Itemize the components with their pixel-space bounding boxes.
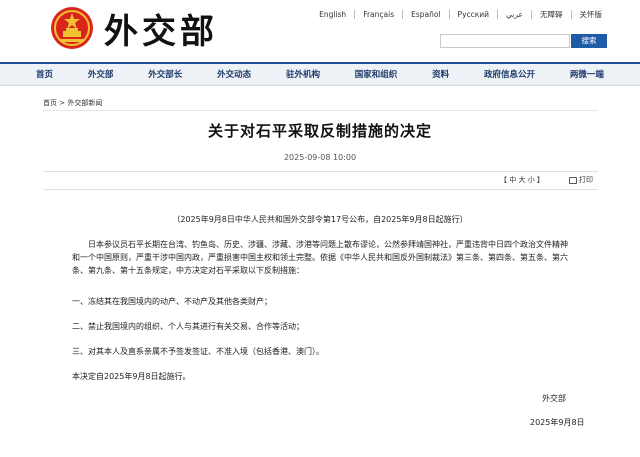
article-paragraph: 二、禁止我国境内的组织、个人与其进行有关交易、合作等活动； xyxy=(72,322,304,331)
article-title: 关于对石平采取反制措施的决定 xyxy=(207,122,432,140)
nav-item-ministry[interactable]: 外交部 xyxy=(82,64,120,86)
care-mode-link[interactable]: 关怀版 xyxy=(570,10,611,19)
search-input[interactable] xyxy=(440,34,570,48)
article-date: 2025-09-08 10:00 xyxy=(283,153,357,162)
print-button[interactable]: 打印 xyxy=(569,175,593,185)
nav-item-minister[interactable]: 外交部长 xyxy=(142,64,188,86)
search-button[interactable]: 搜索 xyxy=(571,34,607,48)
nav-item-countries[interactable]: 国家和组织 xyxy=(349,64,404,86)
accessibility-link[interactable]: 无障碍 xyxy=(531,10,571,19)
tools-divider-bottom xyxy=(43,189,598,190)
nav-item-home[interactable]: 首页 xyxy=(30,64,59,86)
article-subtitle: （2025年9月8日中华人民共和国外交部令第17号公布，自2025年9月8日起施… xyxy=(172,215,468,224)
signature-date: 2025年9月8日 xyxy=(530,418,585,427)
nav-item-materials[interactable]: 资料 xyxy=(426,64,455,86)
lang-spanish-link[interactable]: Español xyxy=(402,10,448,19)
print-label: 打印 xyxy=(579,176,593,184)
lang-french-link[interactable]: Français xyxy=(354,10,402,19)
lang-english-link[interactable]: English xyxy=(311,10,354,19)
article-paragraph: 一、冻结其在我国境内的动产、不动产及其他各类财产； xyxy=(72,297,272,306)
article-paragraph: 日本参议员石平长期在台湾、钓鱼岛、历史、涉疆、涉藏、涉港等问题上散布谬论，公然参… xyxy=(72,240,568,275)
signature-organization: 外交部 xyxy=(542,394,566,403)
font-size-tools[interactable]: 【 中 大 小 】 xyxy=(500,175,544,185)
lang-russian-link[interactable]: Русский xyxy=(448,10,498,19)
tools-divider-top xyxy=(43,171,598,172)
main-nav: 首页 外交部 外交部长 外交动态 驻外机构 国家和组织 资料 政府信息公开 两微… xyxy=(0,62,640,86)
nav-item-disclosure[interactable]: 政府信息公开 xyxy=(478,64,541,86)
nav-item-news[interactable]: 外交动态 xyxy=(211,64,257,86)
nav-item-social[interactable]: 两微一端 xyxy=(564,64,610,86)
printer-icon xyxy=(569,176,577,184)
language-links: English Français Español Русский عربي 无障… xyxy=(311,10,610,19)
article-paragraph: 三、对其本人及直系亲属不予签发签证、不准入境（包括香港、澳门）。 xyxy=(72,347,324,356)
nav-item-missions[interactable]: 驻外机构 xyxy=(280,64,326,86)
site-logo-text[interactable]: 外交部 xyxy=(104,4,218,53)
national-emblem-icon[interactable] xyxy=(50,6,94,50)
breadcrumb-divider xyxy=(43,110,598,111)
article-paragraph: 本决定自2025年9月8日起施行。 xyxy=(72,372,191,381)
site-header: 外交部 English Français Español Русский عرب… xyxy=(0,0,640,66)
lang-arabic-link[interactable]: عربي xyxy=(497,10,531,19)
breadcrumb[interactable]: 首页 > 外交部新闻 xyxy=(43,98,102,108)
